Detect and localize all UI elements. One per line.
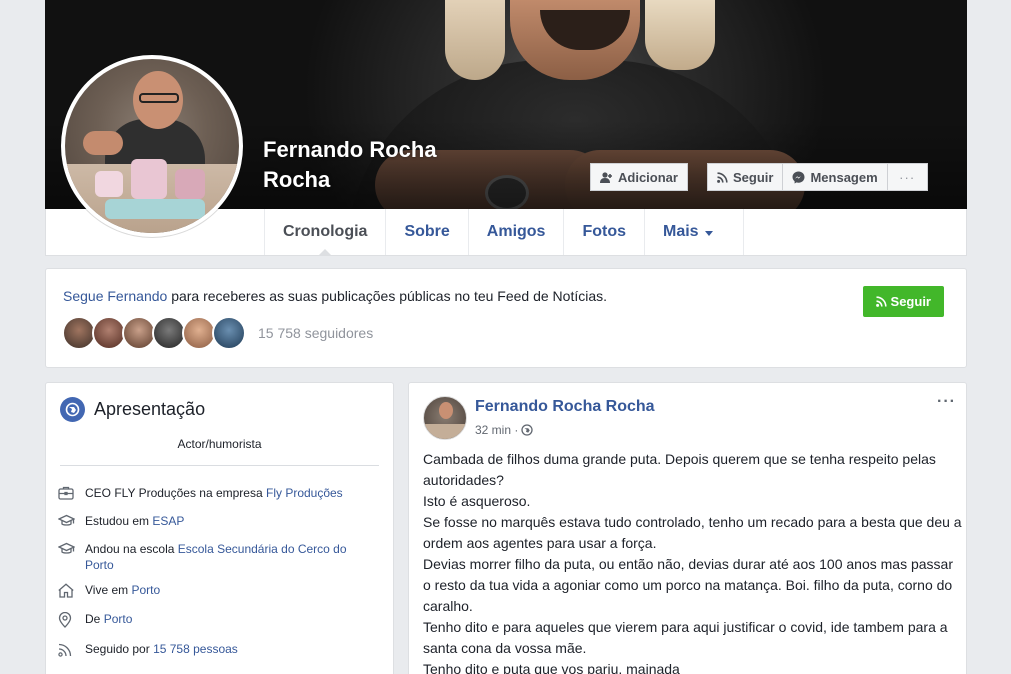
- intro-item-highschool: Andou na escola Escola Secundária do Cer…: [57, 541, 378, 573]
- intro-item-from-link[interactable]: Porto: [104, 612, 133, 626]
- message-label: Mensagem: [810, 169, 878, 185]
- post-line: Se fosse no marquês estava tudo controla…: [423, 514, 962, 551]
- rss-icon: [717, 171, 728, 183]
- tab-friends[interactable]: Amigos: [467, 209, 564, 255]
- intro-title: Apresentação: [94, 399, 206, 419]
- tab-photos[interactable]: Fotos: [563, 209, 644, 255]
- rss-icon: [58, 641, 76, 661]
- profile-name[interactable]: Fernando Rocha Rocha: [263, 135, 493, 195]
- post-line: Tenho dito e puta que vos pariu, mainada: [423, 661, 680, 674]
- follower-avatar[interactable]: [212, 316, 246, 350]
- more-options-button[interactable]: ···: [887, 163, 928, 191]
- intro-item-followers: Seguido por 15 758 pessoas: [58, 641, 378, 661]
- intro-item-lives-in: Vive em Porto: [58, 582, 378, 602]
- tab-more[interactable]: Mais: [644, 209, 744, 255]
- follow-prompt-link[interactable]: Segue Fernando: [63, 288, 167, 304]
- caret-down-icon: [704, 230, 713, 236]
- post-options-button[interactable]: ···: [937, 393, 956, 411]
- location-pin-icon: [58, 611, 76, 632]
- follow-cover-label: Seguir: [733, 169, 774, 185]
- post-timestamp[interactable]: 32 min ·: [475, 423, 518, 437]
- post-author-avatar[interactable]: [423, 396, 467, 440]
- post-line: Isto é asqueroso.: [423, 493, 531, 509]
- add-friend-icon: [600, 171, 612, 183]
- follower-avatar[interactable]: [62, 316, 96, 350]
- graduation-cap-icon: [57, 513, 76, 532]
- follow-cover-button[interactable]: Seguir: [707, 163, 784, 191]
- rss-icon: [875, 296, 887, 307]
- intro-item-college: Estudou em ESAP: [57, 513, 378, 532]
- add-friend-button[interactable]: Adicionar: [590, 163, 688, 191]
- profile-name-line2: Rocha: [263, 167, 331, 192]
- intro-header: Apresentação: [60, 397, 205, 422]
- tab-timeline[interactable]: Cronologia: [264, 209, 385, 256]
- message-button[interactable]: Mensagem: [783, 163, 888, 191]
- tab-about[interactable]: Sobre: [385, 209, 467, 255]
- follower-avatar[interactable]: [92, 316, 126, 350]
- follower-avatar[interactable]: [122, 316, 156, 350]
- post-text: Cambada de filhos duma grande puta. Depo…: [423, 449, 963, 674]
- post-line: Cambada de filhos duma grande puta. Depo…: [423, 451, 936, 488]
- profile-name-line1: Fernando Rocha: [263, 137, 437, 162]
- intro-item-from: De Porto: [58, 611, 378, 632]
- follower-avatar[interactable]: [182, 316, 216, 350]
- follower-count[interactable]: 15 758 seguidores: [258, 325, 373, 341]
- cover-actions: Seguir Mensagem ···: [707, 163, 928, 191]
- follow-button[interactable]: Seguir: [862, 286, 944, 317]
- follow-prompt-card: Segue Fernando para receberes as suas pu…: [45, 268, 967, 368]
- intro-details: CEO FLY Produções na empresa Fly Produçõ…: [57, 485, 378, 670]
- divider: [60, 465, 379, 466]
- messenger-icon: [792, 171, 805, 183]
- intro-item-work: CEO FLY Produções na empresa Fly Produçõ…: [58, 485, 378, 504]
- post-meta: 32 min ·: [475, 423, 534, 437]
- briefcase-icon: [58, 485, 76, 504]
- timeline-post: Fernando Rocha Rocha 32 min · ··· Cambad…: [408, 382, 967, 674]
- globe-icon: [60, 397, 85, 422]
- intro-item-lives-in-link[interactable]: Porto: [131, 583, 160, 597]
- profile-picture[interactable]: [61, 55, 243, 237]
- follower-avatar[interactable]: [152, 316, 186, 350]
- follow-prompt-text: Segue Fernando para receberes as suas pu…: [63, 288, 608, 304]
- intro-item-work-link[interactable]: Fly Produções: [266, 486, 343, 500]
- tab-list: Cronologia Sobre Amigos Fotos Mais: [264, 209, 744, 256]
- graduation-cap-icon: [57, 541, 76, 573]
- intro-item-college-link[interactable]: ESAP: [152, 514, 184, 528]
- globe-icon[interactable]: [521, 424, 534, 436]
- post-line: Devias morrer filho da puta, ou então nã…: [423, 556, 953, 614]
- add-friend-group: Adicionar: [590, 163, 688, 191]
- intro-item-followers-link[interactable]: 15 758 pessoas: [153, 642, 238, 656]
- intro-card: Apresentação Actor/humorista CEO FLY Pro…: [45, 382, 394, 674]
- add-friend-label: Adicionar: [618, 169, 678, 185]
- post-author-name[interactable]: Fernando Rocha Rocha: [475, 398, 655, 416]
- more-options-label: ···: [899, 169, 916, 185]
- post-line: Tenho dito e para aqueles que vierem par…: [423, 619, 948, 656]
- follower-avatars: 15 758 seguidores: [62, 316, 373, 350]
- home-icon: [58, 582, 76, 602]
- intro-bio: Actor/humorista: [177, 437, 262, 451]
- follow-button-label: Seguir: [890, 294, 931, 309]
